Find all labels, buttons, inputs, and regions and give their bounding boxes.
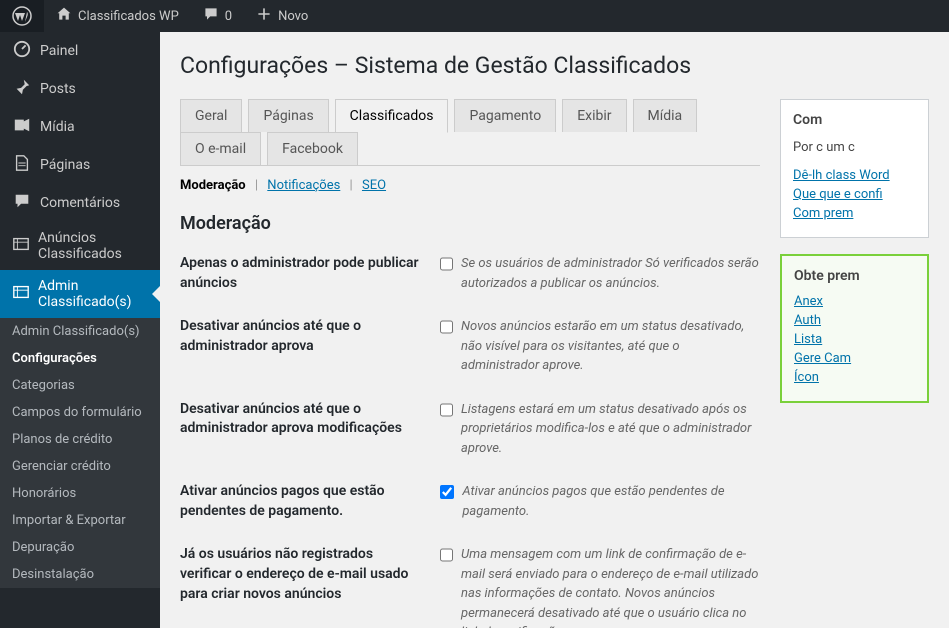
form-label: Já os usuários não registrados verificar… <box>180 545 440 628</box>
tab-pagamento[interactable]: Pagamento <box>454 99 556 132</box>
sidebox-text: Por c um c <box>793 138 916 158</box>
classifieds-icon <box>12 235 30 257</box>
admin-sidebar: Painel Posts Mídia Páginas Comentários A… <box>0 32 160 628</box>
tab-email[interactable]: O e-mail <box>180 132 261 165</box>
new-content-link[interactable]: Novo <box>244 0 320 32</box>
classifieds-icon <box>12 283 30 305</box>
plus-icon <box>256 6 272 26</box>
tab-classificados[interactable]: Classificados <box>335 99 449 133</box>
sidebar-subitem-desinstalacao[interactable]: Desinstalação <box>0 561 160 588</box>
page-title: Configurações – Sistema de Gestão Classi… <box>180 52 929 79</box>
form-label: Ativar anúncios pagos que estão pendente… <box>180 482 440 521</box>
form-label: Desativar anúncios até que o administrad… <box>180 317 440 376</box>
sidebox-link[interactable]: Com prem <box>793 206 916 221</box>
sidebar-item-label: Mídia <box>40 119 75 135</box>
sidebar-subitem-honorarios[interactable]: Honorários <box>0 480 160 507</box>
sidebar-item-label: Painel <box>40 43 78 59</box>
sidebar-subitem-depuracao[interactable]: Depuração <box>0 534 160 561</box>
sidebar-item-label: Posts <box>40 81 76 97</box>
field-desc: Ativar anúncios pagos que estão pendente… <box>462 482 760 521</box>
sidebox-link[interactable]: Dê-lh class Word <box>793 168 916 183</box>
site-name-link[interactable]: Classificados WP <box>44 0 191 32</box>
form-row-enable-paid: Ativar anúncios pagos que estão pendente… <box>180 482 760 521</box>
form-area: Geral Páginas Classificados Pagamento Ex… <box>180 99 760 628</box>
sidebar-subitem-configuracoes[interactable]: Configurações <box>0 345 160 372</box>
pin-icon <box>12 78 32 100</box>
sidebox-heading: Obte prem <box>794 268 915 284</box>
wp-logo[interactable] <box>0 0 44 32</box>
comment-icon <box>203 6 219 26</box>
site-name: Classificados WP <box>78 9 179 24</box>
tab-midia[interactable]: Mídia <box>633 99 698 132</box>
checkbox-disable-modified[interactable] <box>440 402 453 418</box>
sidebox-heading: Com <box>793 112 916 128</box>
sidebox-link[interactable]: Auth <box>794 313 915 328</box>
subtab-seo[interactable]: SEO <box>362 178 386 193</box>
aside-area: Com Por c um c Dê-lh class Word Que que … <box>780 99 929 628</box>
subtab-moderacao[interactable]: Moderação <box>180 178 246 193</box>
media-icon <box>12 116 32 138</box>
comment-count: 0 <box>225 9 232 24</box>
sidebar-subitem-planos[interactable]: Planos de crédito <box>0 426 160 453</box>
tab-exibir[interactable]: Exibir <box>562 99 626 132</box>
tab-paginas[interactable]: Páginas <box>248 99 328 132</box>
sidebar-subitem-admin[interactable]: Admin Classificado(s) <box>0 318 160 345</box>
sidebar-subitem-campos[interactable]: Campos do formulário <box>0 399 160 426</box>
sidebar-item-painel[interactable]: Painel <box>0 32 160 70</box>
sidebar-item-label: Páginas <box>40 157 90 173</box>
form-label: Apenas o administrador pode publicar anú… <box>180 254 440 293</box>
sidebar-item-label: Comentários <box>40 195 120 211</box>
admin-bar: Classificados WP 0 Novo <box>0 0 949 32</box>
wordpress-icon <box>12 6 32 26</box>
tab-facebook[interactable]: Facebook <box>267 132 358 165</box>
home-icon <box>56 6 72 26</box>
sidebox-help: Com Por c um c Dê-lh class Word Que que … <box>780 99 929 238</box>
sidebar-subitem-importar[interactable]: Importar & Exportar <box>0 507 160 534</box>
page-icon <box>12 154 32 176</box>
form-row-admin-only: Apenas o administrador pode publicar anú… <box>180 254 760 293</box>
sidebar-subitem-categorias[interactable]: Categorias <box>0 372 160 399</box>
comments-link[interactable]: 0 <box>191 0 244 32</box>
sidebar-item-anuncios[interactable]: Anúncios Classificados <box>0 222 160 270</box>
sidebar-item-label: Admin Classificado(s) <box>38 278 148 310</box>
field-desc: Se os usuários de administrador Só verif… <box>461 254 760 293</box>
sidebar-subitem-gerenciar-credito[interactable]: Gerenciar crédito <box>0 453 160 480</box>
sidebox-link[interactable]: Lista <box>794 332 915 347</box>
comment-icon <box>12 192 32 214</box>
subtabs: Moderação | Notificações | SEO <box>180 178 760 193</box>
field-desc: Listagens estará em um status desativado… <box>461 400 760 459</box>
field-desc: Novos anúncios estarão em um status desa… <box>461 317 760 376</box>
sidebox-link[interactable]: Ícon <box>794 370 915 385</box>
content-area: Configurações – Sistema de Gestão Classi… <box>160 32 949 628</box>
sidebox-premium: Obte prem Anex Auth Lista Gere Cam Ícon <box>780 254 929 403</box>
tab-geral[interactable]: Geral <box>180 99 242 132</box>
form-row-disable-modified: Desativar anúncios até que o administrad… <box>180 400 760 459</box>
subtab-notificacoes[interactable]: Notificações <box>267 178 340 193</box>
sidebar-item-comentarios[interactable]: Comentários <box>0 184 160 222</box>
sidebox-link[interactable]: Anex <box>794 294 915 309</box>
section-heading: Moderação <box>180 213 760 234</box>
dashboard-icon <box>12 40 32 62</box>
checkbox-verify-email[interactable] <box>440 547 453 563</box>
sidebar-item-label: Anúncios Classificados <box>38 230 148 262</box>
sidebox-link[interactable]: Gere Cam <box>794 351 915 366</box>
checkbox-disable-pending[interactable] <box>440 319 453 335</box>
form-row-verify-email: Já os usuários não registrados verificar… <box>180 545 760 628</box>
field-desc: Uma mensagem com um link de confirmação … <box>461 545 760 628</box>
sidebar-item-posts[interactable]: Posts <box>0 70 160 108</box>
form-label: Desativar anúncios até que o administrad… <box>180 400 440 459</box>
sidebar-item-paginas[interactable]: Páginas <box>0 146 160 184</box>
checkbox-enable-paid[interactable] <box>440 484 454 500</box>
checkbox-admin-only[interactable] <box>440 256 453 272</box>
new-label: Novo <box>278 9 308 24</box>
sidebar-item-midia[interactable]: Mídia <box>0 108 160 146</box>
tabs: Geral Páginas Classificados Pagamento Ex… <box>180 99 760 166</box>
sidebar-item-admin-classificados[interactable]: Admin Classificado(s) <box>0 270 160 318</box>
form-row-disable-pending: Desativar anúncios até que o administrad… <box>180 317 760 376</box>
sidebox-link[interactable]: Que que e confi <box>793 187 916 202</box>
